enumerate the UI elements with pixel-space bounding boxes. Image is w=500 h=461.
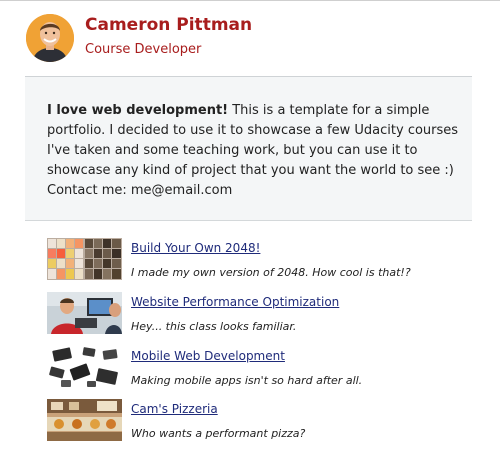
project-link-website-performance[interactable]: Website Performance Optimization [131, 295, 339, 309]
project-item: Build Your Own 2048! I made my own versi… [47, 238, 487, 284]
profile-header: Cameron Pittman Course Developer [0, 0, 500, 76]
mobile-devices-thumbnail-icon[interactable] [47, 346, 122, 388]
2048-grid-thumbnail-icon[interactable] [47, 238, 122, 280]
contact-line: Contact me: me@email.com [47, 183, 233, 198]
bio-lead: I love web development! [47, 103, 229, 118]
project-link-2048[interactable]: Build Your Own 2048! [131, 241, 260, 255]
project-item: Mobile Web Development Making mobile app… [47, 346, 487, 392]
project-description: Making mobile apps isn't so hard after a… [131, 374, 363, 387]
project-link-cams-pizzeria[interactable]: Cam's Pizzeria [131, 402, 218, 416]
avatar [26, 14, 74, 62]
profile-role: Course Developer [85, 42, 202, 57]
bio-panel: I love web development! This is a templa… [25, 77, 472, 221]
bio-text: I love web development! This is a templa… [47, 101, 467, 201]
avatar-portrait-icon [26, 14, 74, 62]
project-description: Hey... this class looks familiar. [131, 320, 297, 333]
pizzeria-thumbnail-icon[interactable] [47, 399, 122, 441]
project-description: I made my own version of 2048. How cool … [131, 266, 411, 279]
instructors-thumbnail-icon[interactable] [47, 292, 122, 334]
project-link-mobile-web[interactable]: Mobile Web Development [131, 349, 285, 363]
project-description: Who wants a performant pizza? [131, 427, 306, 440]
project-item: Website Performance Optimization Hey... … [47, 292, 487, 338]
project-item: Cam's Pizzeria Who wants a performant pi… [47, 399, 487, 445]
profile-name: Cameron Pittman [85, 15, 253, 35]
